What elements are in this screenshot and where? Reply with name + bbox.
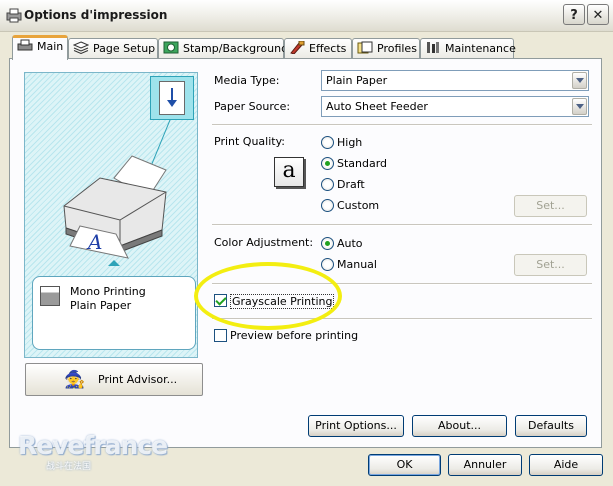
title-bar[interactable]: Options d'impression ? ✕ [0, 0, 613, 32]
print-options-button[interactable]: Print Options... [308, 415, 404, 437]
paper-source-value: Auto Sheet Feeder [326, 100, 428, 113]
summary-mode-text: Mono Printing [70, 285, 146, 298]
tab-maintenance[interactable]: Maintenance [420, 38, 516, 58]
folder-icon [357, 41, 373, 54]
print-quality-icon: a [274, 157, 304, 187]
brush-icon [290, 41, 305, 54]
advisor-character-icon: 🧙 [64, 370, 86, 390]
tab-label: Page Setup [93, 42, 156, 55]
close-icon: ✕ [592, 8, 604, 23]
divider [212, 224, 592, 226]
media-type-select[interactable]: Plain Paper [321, 70, 589, 91]
about-button[interactable]: About... [412, 415, 507, 437]
print-advisor-label: Print Advisor... [98, 373, 178, 386]
paper-feed-indicator [150, 76, 194, 120]
quality-custom-label[interactable]: Custom [337, 199, 379, 212]
print-advisor-button[interactable]: 🧙 Print Advisor... [25, 363, 203, 396]
quality-standard-radio[interactable] [321, 157, 334, 170]
mono-printing-icon [40, 286, 60, 306]
media-type-label: Media Type: [214, 74, 280, 87]
watermark-subtitle: 战斗在法国 [46, 462, 92, 472]
tab-label: Main [37, 40, 64, 53]
printer-icon [17, 39, 33, 51]
print-quality-label: Print Quality: [214, 135, 286, 148]
paper-source-select[interactable]: Auto Sheet Feeder [321, 96, 589, 117]
color-manual-radio[interactable] [321, 258, 334, 271]
color-auto-radio[interactable] [321, 237, 334, 250]
printer-icon [6, 8, 22, 23]
tab-page-setup[interactable]: Page Setup [68, 38, 158, 58]
tab-stamp-background[interactable]: Stamp/Background [158, 38, 288, 58]
quality-set-button[interactable]: Set... [514, 195, 587, 217]
svg-text:A: A [86, 230, 102, 254]
question-icon: ? [570, 8, 578, 23]
quality-high-radio[interactable] [321, 136, 334, 149]
help-dialog-button[interactable]: Aide [529, 454, 603, 476]
tab-label: Effects [309, 42, 347, 55]
summary-media-text: Plain Paper [70, 299, 132, 312]
quality-draft-radio[interactable] [321, 178, 334, 191]
tab-label: Profiles [377, 42, 417, 55]
color-adjustment-label: Color Adjustment: [214, 236, 314, 249]
defaults-button[interactable]: Defaults [515, 415, 587, 437]
tab-profiles[interactable]: Profiles [352, 38, 420, 58]
watermark-logo: Revefrance [18, 431, 168, 460]
print-settings-summary: Mono Printing Plain Paper [32, 276, 196, 350]
divider [212, 124, 592, 126]
tools-icon [427, 42, 439, 53]
window-title: Options d'impression [24, 8, 168, 22]
tab-label: Maintenance [445, 42, 516, 55]
tab-main[interactable]: Main [12, 35, 68, 60]
print-options-dialog: Options d'impression ? ✕ Main Page Setup… [0, 0, 613, 486]
quality-high-label[interactable]: High [337, 136, 362, 149]
chevron-down-icon[interactable] [572, 98, 587, 115]
preview-before-printing-checkbox[interactable] [214, 329, 227, 342]
quality-custom-radio[interactable] [321, 199, 334, 212]
chevron-down-icon[interactable] [572, 72, 587, 89]
layers-icon [73, 41, 89, 54]
cancel-button[interactable]: Annuler [448, 454, 522, 476]
tab-label: Stamp/Background [183, 42, 289, 55]
close-button[interactable]: ✕ [587, 4, 609, 25]
tab-effects[interactable]: Effects [284, 38, 352, 58]
stamp-icon [163, 41, 179, 54]
quality-draft-label[interactable]: Draft [337, 178, 365, 191]
quality-standard-label[interactable]: Standard [337, 157, 387, 170]
preview-before-printing-label[interactable]: Preview before printing [230, 329, 358, 342]
paper-source-label: Paper Source: [214, 100, 291, 113]
ok-button[interactable]: OK [368, 454, 441, 476]
media-type-value: Plain Paper [326, 74, 388, 87]
arrow-down-icon [167, 88, 177, 107]
printer-illustration-icon: A [63, 119, 171, 266]
color-set-button[interactable]: Set... [514, 254, 587, 276]
paper-sheet-icon [159, 81, 185, 115]
color-manual-label[interactable]: Manual [337, 258, 377, 271]
highlight-ellipse [194, 262, 342, 330]
help-button[interactable]: ? [563, 4, 585, 25]
color-auto-label[interactable]: Auto [337, 237, 363, 250]
